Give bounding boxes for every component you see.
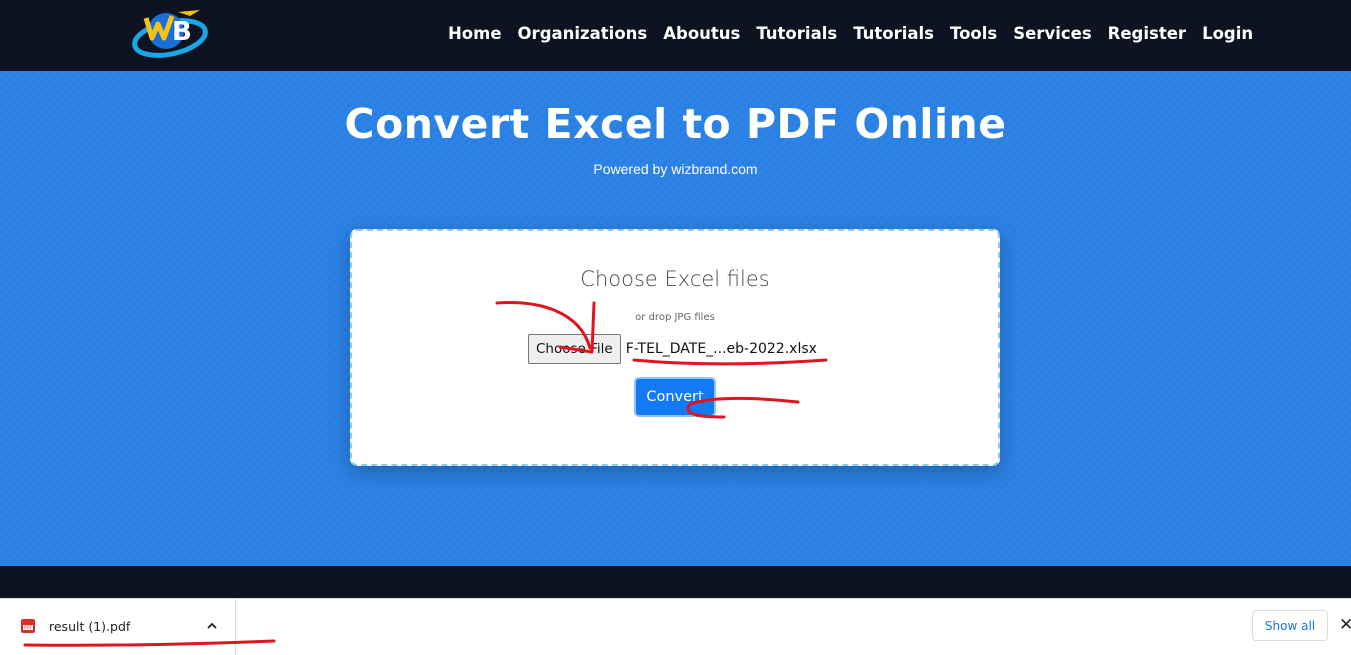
page-title: Convert Excel to PDF Online [344,100,1007,148]
convert-button[interactable]: Convert [634,377,716,417]
hero-section: Convert Excel to PDF Online Powered by w… [0,71,1351,566]
nav-aboutus-link[interactable]: Aboutus [655,24,748,43]
upload-title: Choose Excel files [580,267,770,291]
show-all-button[interactable]: Show all [1252,610,1328,641]
upload-dropzone[interactable]: Choose Excel files or drop JPG files Cho… [350,229,1000,466]
nav-tutorials-link-2[interactable]: Tutorials [845,24,942,43]
nav-tools-link[interactable]: Tools [942,24,1005,43]
selected-file-name: F-TEL_DATE_...eb-2022.xlsx [625,341,817,357]
download-item[interactable]: PDF result (1).pdf [0,599,236,655]
nav-tutorials-link[interactable]: Tutorials [748,24,845,43]
site-logo[interactable]: B [130,6,210,64]
main-navigation: Home Organizations Aboutus Tutorials Tut… [440,0,1261,67]
svg-text:B: B [172,17,192,47]
nav-services-link[interactable]: Services [1005,24,1099,43]
powered-by-text: Powered by wizbrand.com [593,161,758,177]
nav-home-link[interactable]: Home [440,24,510,43]
nav-register-link[interactable]: Register [1100,24,1194,43]
file-input: Choose File F-TEL_DATE_...eb-2022.xlsx [528,334,817,364]
nav-organizations-link[interactable]: Organizations [510,24,656,43]
nav-login-link[interactable]: Login [1194,24,1261,43]
browser-download-bar: PDF result (1).pdf Show all ✕ [0,598,1351,655]
svg-text:PDF: PDF [24,625,32,630]
pdf-file-icon: PDF [21,619,35,633]
chevron-up-icon[interactable] [205,619,219,633]
drop-hint: or drop JPG files [635,312,715,323]
top-navbar: B Home Organizations Aboutus Tutorials T… [0,0,1351,71]
download-file-name: result (1).pdf [49,619,131,634]
close-icon[interactable]: ✕ [1339,617,1351,633]
footer-band [0,566,1351,598]
choose-file-button[interactable]: Choose File [528,334,621,364]
